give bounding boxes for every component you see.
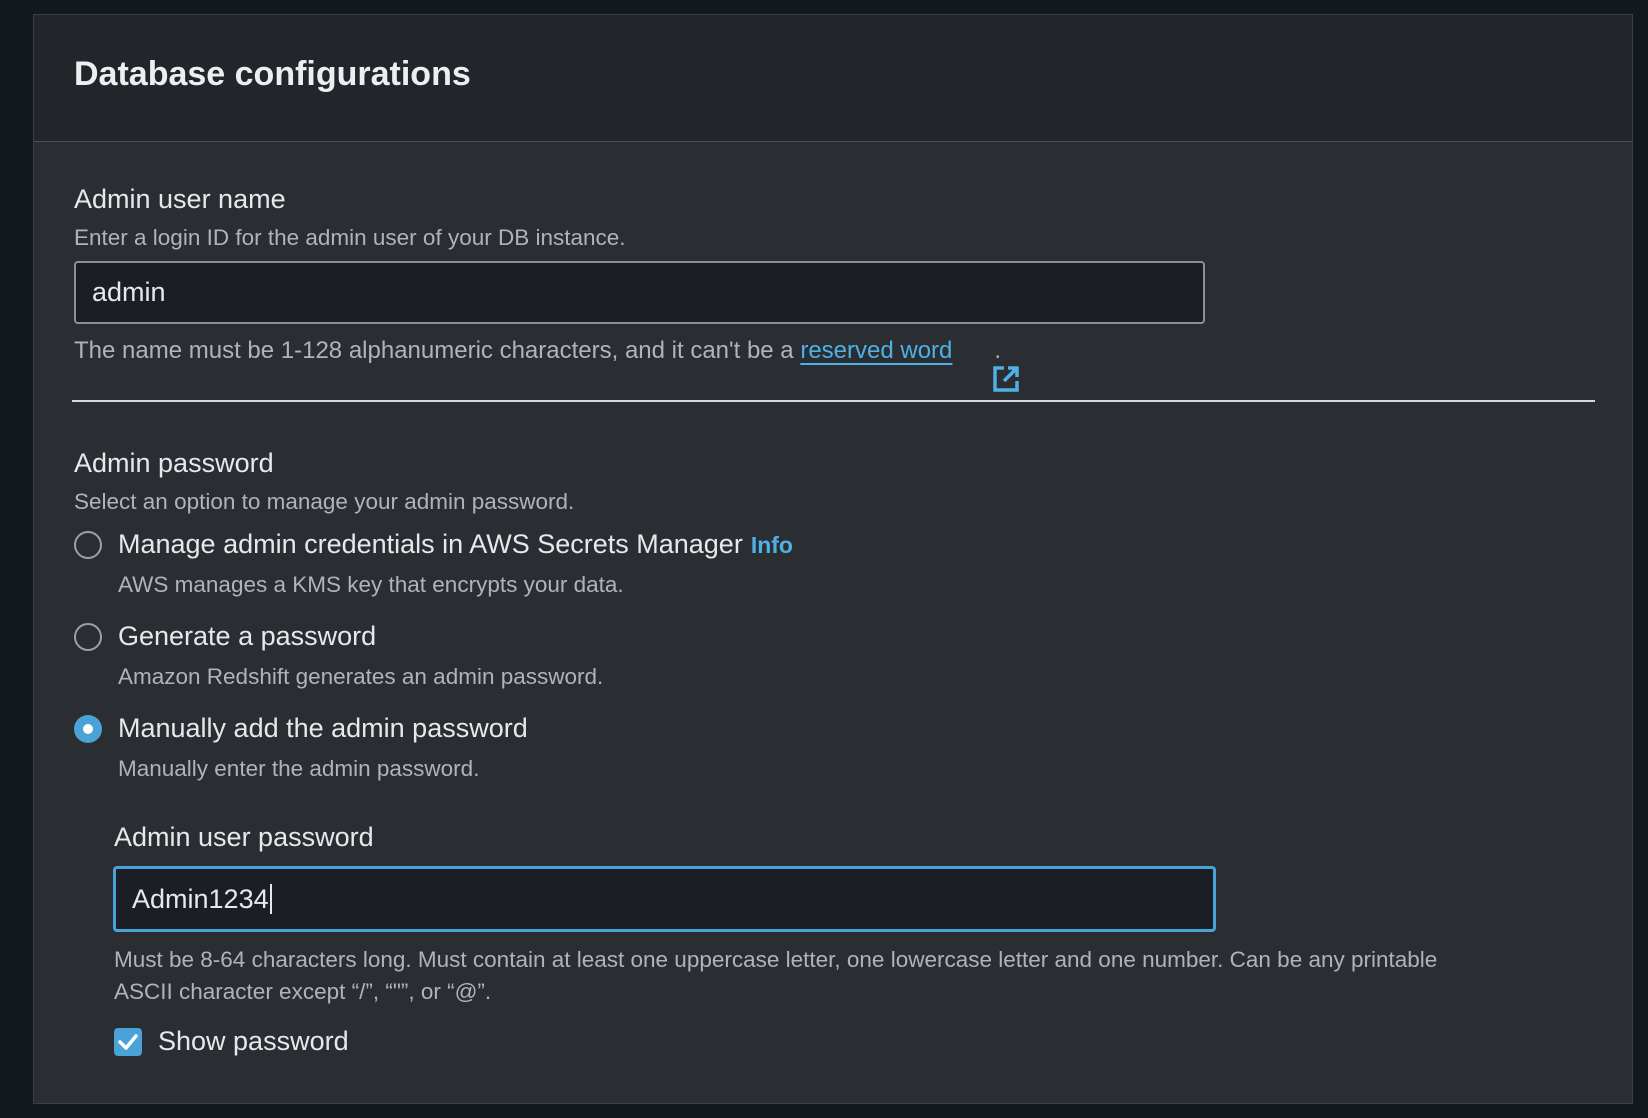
admin-user-name-description: Enter a login ID for the admin user of y…: [74, 225, 626, 250]
option-secrets-manager-description: AWS manages a KMS key that encrypts your…: [118, 572, 624, 597]
admin-user-password-value: Admin1234: [132, 883, 269, 914]
radio-secrets-manager[interactable]: [74, 531, 102, 559]
panel-header: Database configurations: [34, 15, 1632, 142]
admin-user-name-input[interactable]: admin: [74, 261, 1205, 324]
reserved-word-link[interactable]: reserved word: [800, 337, 952, 365]
radio-manual-password[interactable]: [74, 715, 102, 743]
external-link-icon[interactable]: [964, 336, 1019, 392]
option-secrets-manager[interactable]: Manage admin credentials in AWS Secrets …: [118, 529, 793, 560]
password-help-line-2: ASCII character except “/”, “"”, or “@”.: [114, 979, 492, 1004]
option-generate-password-description: Amazon Redshift generates an admin passw…: [118, 664, 604, 689]
option-manual-password-label[interactable]: Manually add the admin password: [118, 713, 528, 744]
text-caret: [269, 884, 272, 914]
admin-user-name-value: admin: [92, 277, 166, 307]
admin-user-password-input[interactable]: Admin1234: [113, 866, 1216, 932]
password-help-line-1: Must be 8-64 characters long. Must conta…: [114, 947, 1438, 972]
password-requirements-help: Must be 8-64 characters long. Must conta…: [114, 944, 1614, 1008]
option-secrets-manager-label: Manage admin credentials in AWS Secrets …: [118, 529, 743, 559]
admin-password-label: Admin password: [74, 448, 274, 478]
admin-user-name-help-suffix: .: [994, 337, 1002, 364]
radio-generate-password[interactable]: [74, 623, 102, 651]
info-link[interactable]: Info: [751, 532, 793, 559]
admin-user-name-label: Admin user name: [74, 184, 286, 214]
admin-password-description: Select an option to manage your admin pa…: [74, 489, 575, 514]
option-manual-password-description: Manually enter the admin password.: [118, 756, 480, 781]
show-password-checkbox[interactable]: [114, 1028, 142, 1056]
option-generate-password-label[interactable]: Generate a password: [118, 621, 376, 652]
admin-user-name-help: The name must be 1-128 alphanumeric char…: [74, 336, 1019, 392]
admin-user-name-help-text: The name must be 1-128 alphanumeric char…: [74, 337, 801, 364]
show-password-label[interactable]: Show password: [158, 1026, 349, 1057]
section-divider: [72, 400, 1595, 402]
panel-title: Database configurations: [74, 55, 471, 93]
admin-user-password-label: Admin user password: [114, 822, 374, 852]
checkmark-icon: [118, 1034, 138, 1050]
